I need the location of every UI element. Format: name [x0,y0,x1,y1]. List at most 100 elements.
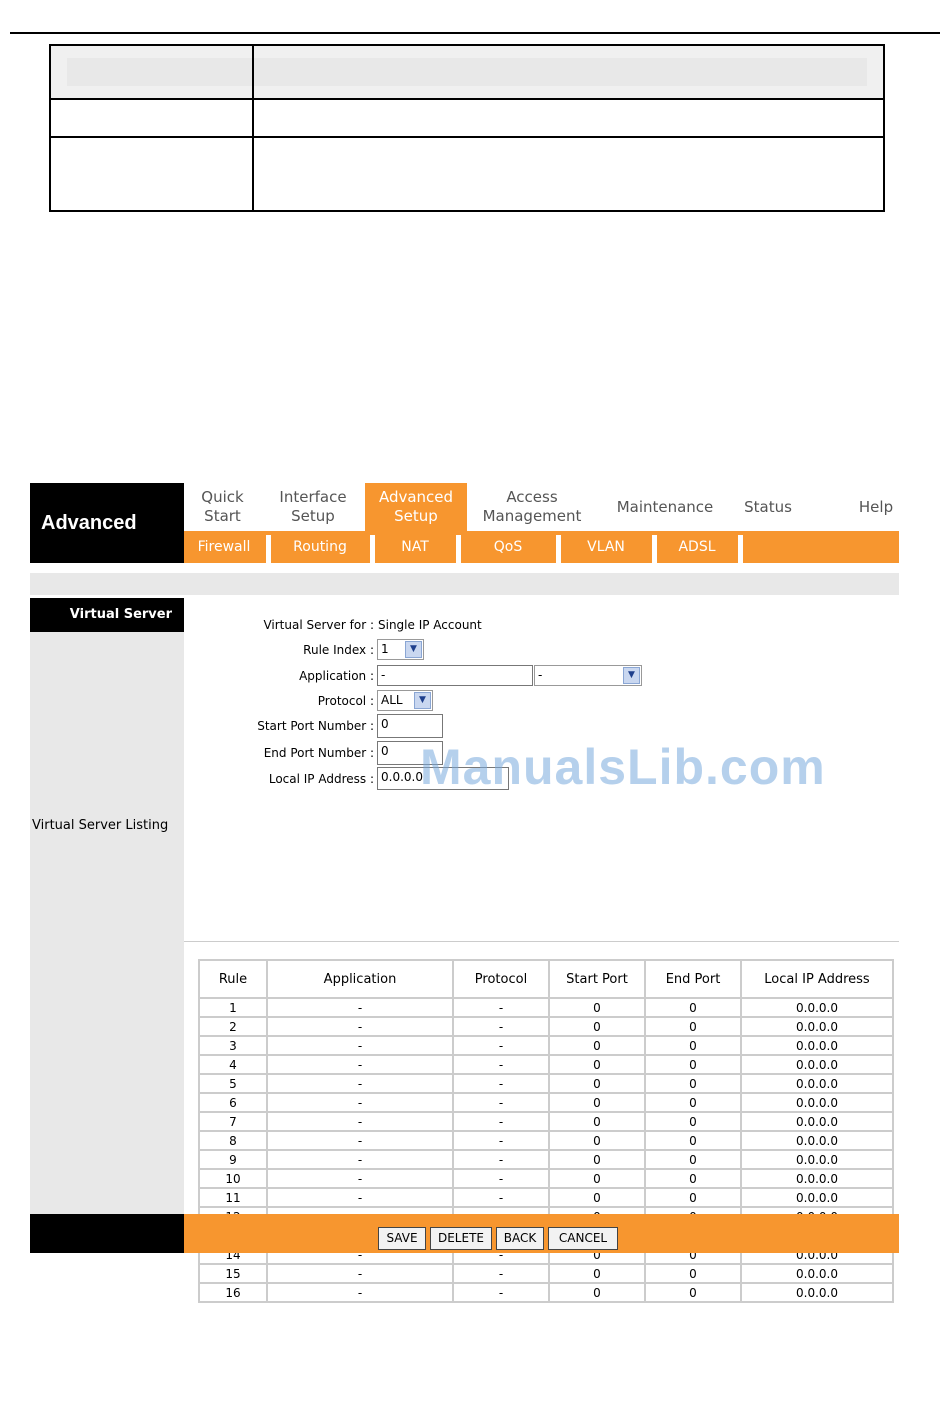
table-row: 16- -0 0 0.0.0.0 [200,1284,892,1301]
footer-left [30,1214,184,1253]
section-brand: Advanced [30,483,184,563]
page-top-rule [10,32,940,34]
document-table [49,44,885,212]
rule-index-select[interactable]: 1 ▼ [377,639,424,660]
table-cell: 15 [200,1265,268,1284]
table-cell: 0 [646,1132,742,1151]
protocol-select[interactable]: ALL ▼ [377,690,433,711]
nav-maintenance[interactable]: Maintenance [606,483,724,531]
column-header-rule: Rule [200,961,268,999]
table-cell: 0 [646,1265,742,1284]
table-cell: - [268,1056,454,1075]
subnav-adsl[interactable]: ADSL [658,531,736,563]
rule-index-label: Rule Index : [303,643,374,657]
main-content: Virtual Server for : Single IP Account R… [184,598,899,1303]
table-cell: 0 [550,1132,646,1151]
table-cell: 9 [200,1151,268,1170]
table-cell: 0.0.0.0 [742,1151,892,1170]
subnav-vlan[interactable]: VLAN [562,531,650,563]
table-cell: 0.0.0.0 [742,1018,892,1037]
table-header-row: Rule Application Protocol Start Port End… [200,961,892,999]
back-button[interactable]: BACK [496,1227,544,1250]
chevron-down-icon: ▼ [623,667,640,684]
table-row: 9- -0 0 0.0.0.0 [200,1151,892,1170]
table-cell: 0 [550,1075,646,1094]
document-table-header [51,46,883,100]
table-row: 2- -0 0 0.0.0.0 [200,1018,892,1037]
subnav-qos[interactable]: QoS [462,531,554,563]
section-divider [184,941,899,942]
table-cell: - [268,1170,454,1189]
table-row: 4- -0 0 0.0.0.0 [200,1056,892,1075]
table-cell: 0 [646,1170,742,1189]
table-cell: - [268,1113,454,1132]
table-row: 10- -0 0 0.0.0.0 [200,1170,892,1189]
table-cell: - [268,1075,454,1094]
table-cell: - [454,1075,550,1094]
application-input[interactable]: - [377,665,533,686]
table-cell: 0 [550,1037,646,1056]
save-button[interactable]: SAVE [378,1227,426,1250]
table-cell: 0 [646,1018,742,1037]
application-select[interactable]: - ▼ [534,665,642,686]
table-cell: 10 [200,1170,268,1189]
table-cell: 16 [200,1284,268,1301]
table-cell: - [454,999,550,1018]
table-cell: 0 [646,1037,742,1056]
table-row: 5- -0 0 0.0.0.0 [200,1075,892,1094]
nav-quick-start[interactable]: Quick Start [184,483,261,531]
table-cell: 0.0.0.0 [742,1189,892,1208]
table-cell: - [268,1094,454,1113]
table-cell: 0 [646,1151,742,1170]
start-port-label: Start Port Number : [257,719,374,733]
document-table-divider [252,46,254,210]
table-cell: - [268,1018,454,1037]
table-row: 1- -0 0 0.0.0.0 [200,999,892,1018]
table-cell: - [454,1018,550,1037]
table-cell: - [454,1056,550,1075]
subnav-firewall[interactable]: Firewall [184,531,264,563]
table-cell: - [268,1265,454,1284]
table-cell: 4 [200,1056,268,1075]
table-cell: 0 [646,1113,742,1132]
table-cell: - [268,1189,454,1208]
column-header-protocol: Protocol [454,961,550,999]
table-cell: 7 [200,1113,268,1132]
nav-interface-setup[interactable]: Interface Setup [268,483,358,531]
cancel-button[interactable]: CANCEL [548,1227,618,1250]
delete-button[interactable]: DELETE [430,1227,492,1250]
table-cell: 0 [550,999,646,1018]
table-cell: 0 [646,1284,742,1301]
table-cell: 1 [200,999,268,1018]
column-header-end-port: End Port [646,961,742,999]
table-cell: 0 [646,1056,742,1075]
table-cell: 0 [550,1113,646,1132]
table-cell: 0 [550,1170,646,1189]
virtual-server-for-value: Single IP Account [378,618,482,632]
table-cell: - [454,1113,550,1132]
table-row: 7- -0 0 0.0.0.0 [200,1113,892,1132]
table-cell: - [454,1037,550,1056]
table-cell: 0 [550,1094,646,1113]
nav-help[interactable]: Help [844,483,908,531]
table-cell: 0 [550,1018,646,1037]
subnav-routing[interactable]: Routing [272,531,368,563]
nav-status[interactable]: Status [732,483,804,531]
table-cell: 5 [200,1075,268,1094]
table-row: 3- -0 0 0.0.0.0 [200,1037,892,1056]
subnav-nat[interactable]: NAT [376,531,454,563]
table-cell: 0 [646,999,742,1018]
table-cell: - [454,1265,550,1284]
local-ip-label: Local IP Address : [268,772,374,786]
table-cell: 0.0.0.0 [742,1113,892,1132]
column-header-application: Application [268,961,454,999]
nav-access-management[interactable]: Access Management [474,483,590,531]
table-cell: 0 [550,1151,646,1170]
end-port-label: End Port Number : [263,746,374,760]
start-port-input[interactable]: 0 [377,714,443,738]
table-cell: 8 [200,1132,268,1151]
nav-advanced-setup[interactable]: Advanced Setup [365,483,467,531]
virtual-server-for-label: Virtual Server for : [263,618,374,632]
table-cell: - [454,1094,550,1113]
table-cell: 0 [550,1265,646,1284]
